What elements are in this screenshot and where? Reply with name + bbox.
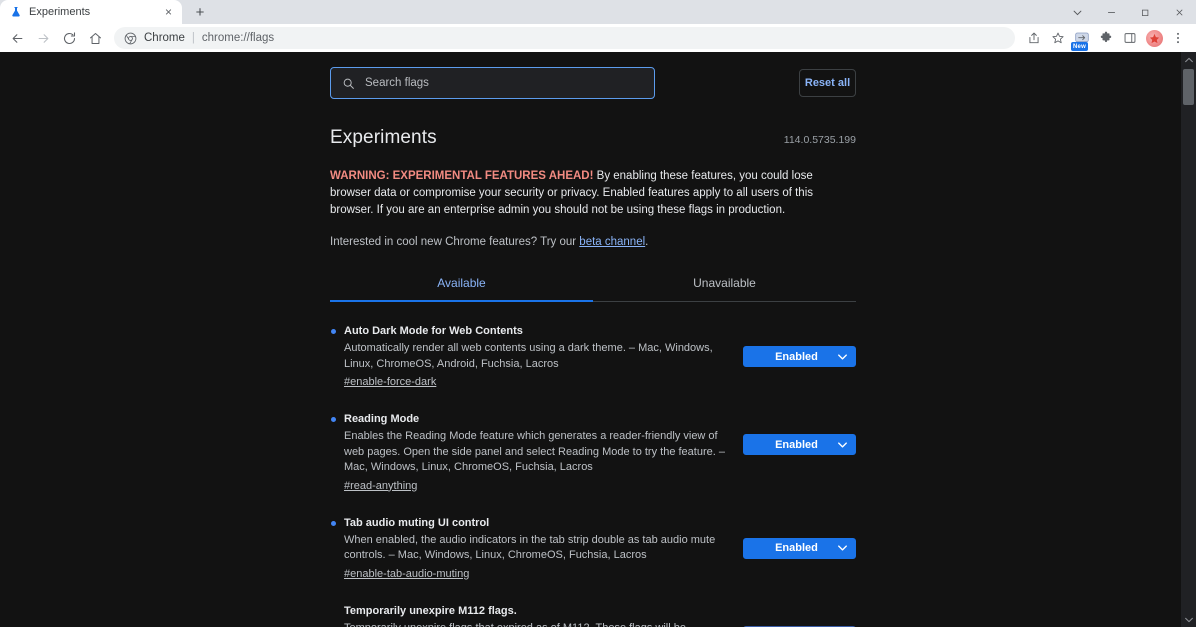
beta-prefix: Interested in cool new Chrome features? … bbox=[330, 236, 579, 248]
minimize-icon[interactable] bbox=[1094, 0, 1128, 24]
flag-title: Tab audio muting UI control bbox=[344, 516, 728, 530]
page-viewport: Search flags Reset all Experiments 114.0… bbox=[0, 52, 1196, 627]
browser-tab-experiments[interactable]: Experiments × bbox=[0, 0, 182, 24]
flag-state-select[interactable]: Enabled bbox=[743, 538, 856, 559]
flag-control: Enabled bbox=[743, 324, 856, 367]
beta-channel-line: Interested in cool new Chrome features? … bbox=[330, 236, 856, 248]
flag-info: Reading Mode Enables the Reading Mode fe… bbox=[330, 412, 728, 494]
flag-row: Tab audio muting UI control When enabled… bbox=[330, 516, 856, 604]
chevron-down-icon bbox=[838, 354, 847, 360]
new-feature-icon[interactable]: New bbox=[1070, 26, 1094, 50]
reload-icon[interactable] bbox=[56, 25, 82, 51]
browser-window: Experiments × + bbox=[0, 0, 1196, 627]
beta-suffix: . bbox=[645, 236, 648, 248]
flag-description: When enabled, the audio indicators in th… bbox=[344, 533, 728, 564]
avatar bbox=[1146, 30, 1163, 47]
page-scrollbar[interactable] bbox=[1181, 52, 1196, 627]
omnibox-scheme-label: Chrome bbox=[144, 32, 185, 44]
forward-icon[interactable] bbox=[30, 25, 56, 51]
window-controls bbox=[1060, 0, 1196, 24]
flag-description: Automatically render all web contents us… bbox=[344, 341, 728, 372]
flag-info: Temporarily unexpire M112 flags. Tempora… bbox=[330, 604, 728, 627]
omnibox-url-text: chrome://flags bbox=[202, 32, 274, 44]
flag-state-value: Enabled bbox=[775, 351, 818, 363]
maximize-icon[interactable] bbox=[1128, 0, 1162, 24]
bookmark-star-icon[interactable] bbox=[1046, 26, 1070, 50]
flag-row: Temporarily unexpire M112 flags. Tempora… bbox=[330, 604, 856, 627]
chevron-down-icon bbox=[838, 442, 847, 448]
chrome-icon bbox=[124, 32, 137, 45]
flag-control: Enabled bbox=[743, 412, 856, 455]
close-icon[interactable]: × bbox=[161, 5, 176, 20]
flag-permalink[interactable]: #enable-force-dark bbox=[344, 376, 436, 388]
modified-dot-icon bbox=[331, 521, 336, 526]
browser-toolbar: Chrome | chrome://flags New bbox=[0, 24, 1196, 52]
modified-dot-icon bbox=[331, 329, 336, 334]
version-label: 114.0.5735.199 bbox=[784, 134, 856, 149]
tab-strip: Experiments × + bbox=[0, 0, 1196, 24]
flag-state-value: Enabled bbox=[775, 542, 818, 554]
flag-permalink[interactable]: #enable-tab-audio-muting bbox=[344, 568, 469, 580]
close-icon[interactable] bbox=[1162, 0, 1196, 24]
flag-state-select[interactable]: Enabled bbox=[743, 434, 856, 455]
tab-search-chevron-icon[interactable] bbox=[1060, 0, 1094, 24]
new-tab-button[interactable]: + bbox=[187, 1, 213, 23]
share-icon[interactable] bbox=[1022, 26, 1046, 50]
scrollbar-thumb[interactable] bbox=[1183, 69, 1194, 105]
flag-permalink[interactable]: #read-anything bbox=[344, 480, 417, 492]
new-badge-label: New bbox=[1071, 42, 1088, 51]
page-title: Experiments bbox=[330, 127, 437, 149]
tab-available[interactable]: Available bbox=[330, 266, 593, 301]
warning-headline: WARNING: EXPERIMENTAL FEATURES AHEAD! bbox=[330, 170, 593, 182]
flask-icon bbox=[9, 6, 22, 19]
flags-list: Auto Dark Mode for Web Contents Automati… bbox=[330, 324, 856, 627]
chevron-down-icon bbox=[838, 545, 847, 551]
page-title-row: Experiments 114.0.5735.199 bbox=[330, 127, 856, 149]
flag-state-select[interactable]: Enabled bbox=[743, 346, 856, 367]
home-icon[interactable] bbox=[82, 25, 108, 51]
scroll-down-arrow-icon[interactable] bbox=[1181, 612, 1196, 627]
tab-title: Experiments bbox=[29, 6, 154, 18]
flag-description: Temporarily unexpire flags that expired … bbox=[344, 621, 728, 627]
flags-page: Search flags Reset all Experiments 114.0… bbox=[0, 52, 1181, 627]
back-icon[interactable] bbox=[4, 25, 30, 51]
search-placeholder: Search flags bbox=[365, 77, 429, 89]
search-input[interactable]: Search flags bbox=[330, 67, 655, 99]
modified-dot-icon bbox=[331, 417, 336, 422]
search-row: Search flags Reset all bbox=[330, 67, 856, 99]
scroll-up-arrow-icon[interactable] bbox=[1181, 52, 1196, 67]
flag-description: Enables the Reading Mode feature which g… bbox=[344, 429, 728, 476]
address-bar[interactable]: Chrome | chrome://flags bbox=[114, 27, 1015, 49]
extensions-puzzle-icon[interactable] bbox=[1094, 26, 1118, 50]
flag-row: Auto Dark Mode for Web Contents Automati… bbox=[330, 324, 856, 412]
flag-title: Auto Dark Mode for Web Contents bbox=[344, 324, 728, 338]
beta-channel-link[interactable]: beta channel bbox=[579, 236, 645, 248]
flag-control: Default bbox=[743, 604, 856, 627]
tab-unavailable[interactable]: Unavailable bbox=[593, 266, 856, 301]
flag-info: Auto Dark Mode for Web Contents Automati… bbox=[330, 324, 728, 390]
search-icon bbox=[342, 77, 355, 90]
flag-state-value: Enabled bbox=[775, 439, 818, 451]
flag-row: Reading Mode Enables the Reading Mode fe… bbox=[330, 412, 856, 516]
side-panel-icon[interactable] bbox=[1118, 26, 1142, 50]
flag-title: Reading Mode bbox=[344, 412, 728, 426]
omnibox-separator: | bbox=[192, 32, 195, 44]
flag-control: Enabled bbox=[743, 516, 856, 559]
profile-avatar-icon[interactable] bbox=[1142, 26, 1166, 50]
chrome-menu-icon[interactable] bbox=[1166, 26, 1190, 50]
flag-info: Tab audio muting UI control When enabled… bbox=[330, 516, 728, 582]
warning-text: WARNING: EXPERIMENTAL FEATURES AHEAD! By… bbox=[330, 168, 856, 219]
flag-title: Temporarily unexpire M112 flags. bbox=[344, 604, 728, 618]
reset-all-button[interactable]: Reset all bbox=[799, 69, 856, 97]
flags-tablist: Available Unavailable bbox=[330, 266, 856, 302]
